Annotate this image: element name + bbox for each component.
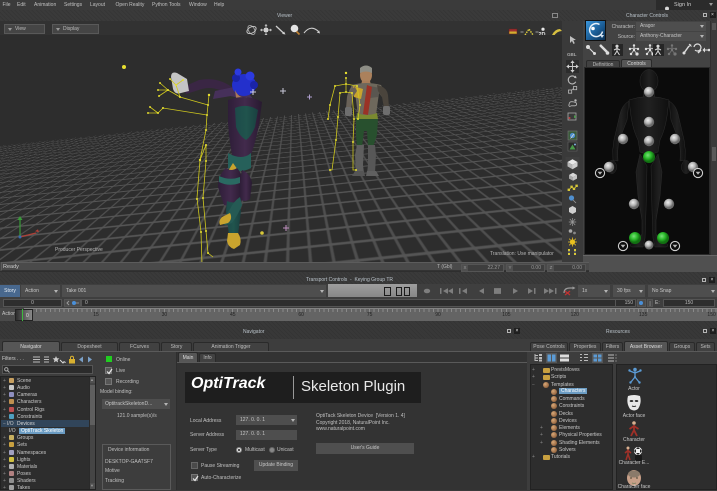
svg-text:GBL: GBL — [567, 52, 577, 57]
